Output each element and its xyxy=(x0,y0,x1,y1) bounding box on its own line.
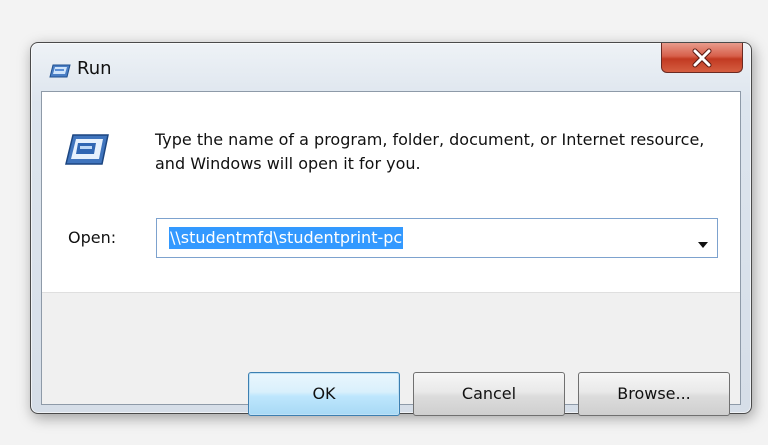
open-combobox[interactable]: \\studentmfd\studentprint-pc xyxy=(156,218,718,258)
open-label: Open: xyxy=(68,228,117,247)
title-bar[interactable]: Run xyxy=(31,43,751,95)
run-icon xyxy=(49,63,71,79)
close-button[interactable] xyxy=(661,43,743,73)
open-input[interactable]: \\studentmfd\studentprint-pc xyxy=(169,227,404,249)
ok-button[interactable]: OK xyxy=(248,372,400,416)
run-dialog-window: Run Type the name of a program, folder, … xyxy=(30,42,752,416)
run-large-icon xyxy=(64,132,110,168)
dropdown-arrow-icon[interactable] xyxy=(697,234,709,248)
dialog-client-area: Type the name of a program, folder, docu… xyxy=(41,91,741,416)
browse-button[interactable]: Browse... xyxy=(578,372,730,416)
instruction-text: Type the name of a program, folder, docu… xyxy=(155,130,705,173)
cancel-button[interactable]: Cancel xyxy=(413,372,565,416)
window-title: Run xyxy=(77,58,112,79)
close-icon xyxy=(691,48,713,68)
